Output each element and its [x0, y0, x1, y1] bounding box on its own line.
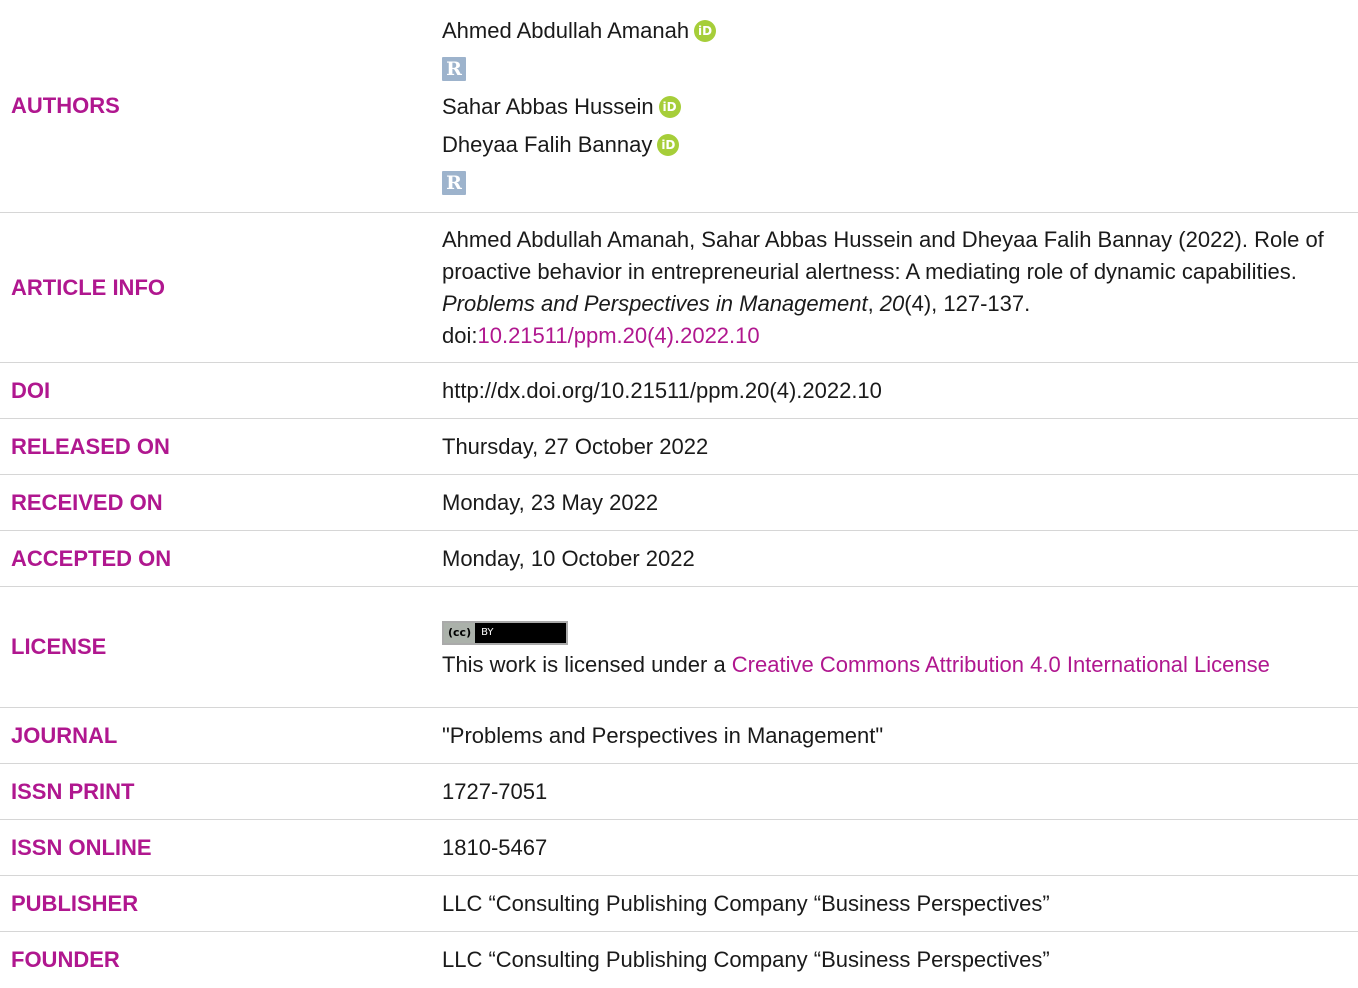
founder-value: LLC “Consulting Publishing Company “Busi… [442, 947, 1050, 972]
cc-by-label: BY [481, 627, 494, 638]
author-researchgate: R [442, 164, 1350, 202]
citation-volume: 20 [879, 290, 905, 316]
released-value: Thursday, 27 October 2022 [442, 433, 709, 459]
issn-print-label: ISSN PRINT [11, 778, 135, 804]
authors-row: AUTHORS Ahmed Abdullah Amanah iD R Sahar… [0, 0, 1358, 213]
author-item: Sahar Abbas Hussein iD [442, 88, 1350, 126]
released-label: RELEASED ON [11, 433, 170, 459]
doi-value: http://dx.doi.org/10.21511/ppm.20(4).202… [442, 377, 882, 403]
accepted-row: ACCEPTED ON Monday, 10 October 2022 [0, 531, 1358, 587]
cc-icon: (cc) [444, 623, 476, 643]
issn-online-value: 1810-5467 [442, 834, 548, 860]
accepted-label: ACCEPTED ON [11, 545, 172, 571]
issn-online-row: ISSN ONLINE 1810-5467 [0, 820, 1358, 876]
issn-print-value: 1727-7051 [442, 778, 548, 804]
orcid-icon[interactable]: iD [658, 96, 681, 118]
author-name[interactable]: Sahar Abbas Hussein [442, 91, 654, 123]
released-row: RELEASED ON Thursday, 27 October 2022 [0, 419, 1358, 475]
license-text: This work is licensed under a [442, 652, 732, 677]
article-info-row: ARTICLE INFO Ahmed Abdullah Amanah, Saha… [0, 213, 1358, 363]
license-label: LICENSE [11, 634, 107, 659]
received-label: RECEIVED ON [11, 489, 163, 515]
journal-label: JOURNAL [11, 722, 118, 748]
license-value: (cc) BY This work is licensed under a Cr… [442, 613, 1358, 681]
author-name[interactable]: Dheyaa Falih Bannay [442, 129, 652, 161]
author-item: Ahmed Abdullah Amanah iD [442, 12, 1350, 50]
author-name[interactable]: Ahmed Abdullah Amanah [442, 15, 689, 47]
author-researchgate: R [442, 50, 1350, 88]
researchgate-icon[interactable]: R [442, 57, 466, 81]
cc-by-badge[interactable]: (cc) BY [442, 621, 568, 645]
received-value: Monday, 23 May 2022 [442, 489, 659, 515]
article-info-label: ARTICLE INFO [11, 274, 165, 300]
citation-sep: , [867, 290, 880, 316]
license-row: LICENSE (cc) BY This work is licensed un… [0, 587, 1358, 708]
author-item: Dheyaa Falih Bannay iD [442, 126, 1350, 164]
authors-label: AUTHORS [11, 93, 120, 118]
issn-print-row: ISSN PRINT 1727-7051 [0, 764, 1358, 820]
journal-row: JOURNAL "Problems and Perspectives in Ma… [0, 708, 1358, 764]
accepted-value: Monday, 10 October 2022 [442, 545, 695, 571]
citation-journal: Problems and Perspectives in Management [442, 290, 868, 316]
article-metadata-table: AUTHORS Ahmed Abdullah Amanah iD R Sahar… [0, 0, 1358, 988]
citation-doi-link[interactable]: 10.21511/ppm.20(4).2022.10 [477, 323, 759, 348]
publisher-label: PUBLISHER [11, 890, 139, 916]
publisher-value: LLC “Consulting Publishing Company “Busi… [442, 890, 1050, 916]
researchgate-icon[interactable]: R [442, 171, 466, 195]
founder-label: FOUNDER [11, 947, 120, 972]
orcid-icon[interactable]: iD [694, 20, 717, 42]
doi-label: DOI [11, 377, 51, 403]
orcid-icon[interactable]: iD [657, 134, 680, 156]
received-row: RECEIVED ON Monday, 23 May 2022 [0, 475, 1358, 531]
license-link[interactable]: Creative Commons Attribution 4.0 Interna… [732, 652, 1270, 677]
issn-online-label: ISSN ONLINE [11, 834, 152, 860]
article-citation: Ahmed Abdullah Amanah, Sahar Abbas Husse… [442, 224, 1358, 352]
founder-row: FOUNDER LLC “Consulting Publishing Compa… [0, 932, 1358, 988]
authors-list: Ahmed Abdullah Amanah iD R Sahar Abbas H… [442, 10, 1358, 202]
citation-text: Ahmed Abdullah Amanah, Sahar Abbas Husse… [442, 226, 1324, 284]
publisher-row: PUBLISHER LLC “Consulting Publishing Com… [0, 876, 1358, 932]
doi-row: DOI http://dx.doi.org/10.21511/ppm.20(4)… [0, 363, 1358, 419]
journal-value: "Problems and Perspectives in Management… [442, 722, 884, 748]
